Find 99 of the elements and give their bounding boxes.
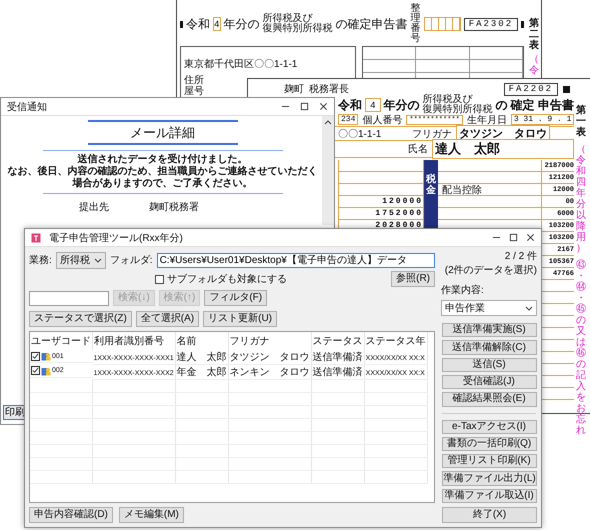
maximize-icon[interactable]	[509, 233, 518, 242]
field-value: 麹町税務署	[149, 200, 199, 214]
table-cell: 年金 太郎	[176, 367, 227, 378]
field-label: フリガナ	[412, 128, 452, 140]
usage-note: （令	[528, 54, 540, 76]
user-icon	[41, 351, 51, 361]
dropdown-caret-icon	[94, 258, 102, 262]
table-cell: 達人 太郎	[176, 352, 227, 363]
reminder-note: ㊸・㊹・㊺の又は㊻の記入をお忘れ	[575, 260, 587, 436]
browse-button[interactable]: 参照(R)	[391, 271, 435, 287]
table-cell: 送信準備済	[312, 352, 363, 363]
field-label: 業務:	[29, 254, 52, 267]
window-title: 電子申告管理ツール(Rxx年分)	[49, 232, 184, 244]
column-header[interactable]: フリガナ	[228, 332, 312, 350]
column-header[interactable]: 利用者識別番号	[92, 332, 176, 350]
action-button[interactable]: 準備ファイル出力(L)	[442, 471, 536, 486]
title-text: 年分の	[384, 96, 420, 114]
column-header[interactable]: ステータス	[311, 332, 364, 350]
close-icon[interactable]	[319, 102, 328, 111]
year-box: 4	[365, 98, 381, 112]
bottom-button[interactable]: メモ編集(M)	[118, 507, 184, 523]
year-box: 4	[212, 17, 221, 31]
field-label: フォルダ:	[110, 254, 153, 267]
count-text: 2 / 2 件	[504, 251, 537, 262]
action-button[interactable]: 送信準備実施(S)	[442, 323, 536, 338]
corner-mark-icon	[521, 20, 524, 28]
folder-field[interactable]: C:¥Users¥User01¥Desktop¥【電子申告の達人】データ	[156, 252, 435, 268]
usage-note: （令和四年分以降用）	[575, 144, 587, 254]
field-label: 屋号	[184, 87, 204, 97]
corner-mark-icon	[180, 20, 183, 28]
action-button[interactable]: 受信確認(J)	[442, 375, 536, 390]
scroll-up-icon[interactable]	[324, 119, 332, 125]
search-field[interactable]	[29, 290, 109, 306]
reference-label: 整理番号	[410, 4, 421, 44]
form-code: FA2302	[464, 18, 518, 30]
app-icon	[31, 232, 41, 242]
name-value: 達人 太郎	[432, 139, 574, 159]
scrollbar[interactable]	[322, 116, 334, 225]
address-text: 〇〇1-1-1	[338, 128, 382, 140]
row-checkbox[interactable]	[31, 352, 40, 360]
field-label: 個人番号	[362, 114, 402, 126]
action-button[interactable]: e-Taxアクセス(I)	[442, 420, 536, 434]
business-dropdown[interactable]: 所得税	[56, 252, 106, 268]
column-header[interactable]: ステータス年	[364, 332, 428, 350]
row-label: 配当控除	[442, 184, 482, 196]
bottom-button[interactable]: 申告内容確認(D)	[29, 507, 113, 523]
column-header[interactable]: ユーザコード	[30, 332, 92, 350]
exit-button[interactable]: 終了(X)	[442, 507, 537, 523]
corner-mark-icon	[563, 86, 570, 92]
amount-value: 2028000	[375, 221, 423, 230]
task-dropdown[interactable]: 申告作業	[441, 300, 537, 316]
action-button[interactable]: 書類の一括印刷(Q)	[442, 436, 536, 452]
toolbar-button[interactable]: 全て選択(A)	[136, 311, 200, 327]
row-checkbox[interactable]	[31, 366, 40, 375]
office-title: 税務署長	[309, 82, 349, 96]
field-label: 氏名	[408, 142, 428, 156]
action-button[interactable]: 確認結果照会(E)	[442, 392, 536, 407]
table-cell: 送信準備済	[312, 367, 363, 378]
era-label: 令和	[338, 96, 362, 114]
user-icon	[41, 366, 51, 376]
table-cell: タツジン タロウ	[230, 352, 310, 363]
digit-boxes-drawing	[424, 17, 461, 31]
subfolder-checkbox[interactable]: サブフォルダも対象にする	[155, 272, 287, 286]
column-header[interactable]: 名前	[175, 332, 228, 350]
dropdown-caret-icon	[525, 306, 533, 311]
tax-name-label: 所得税及び 復興特別所得税	[262, 14, 333, 34]
title-text: 年分の	[224, 16, 260, 32]
toolbar-button[interactable]: フィルタ(F)	[204, 290, 268, 306]
title-text: の	[496, 96, 508, 114]
title-text: 確定 申告書	[510, 96, 574, 114]
birth-date: 3 31 . 9 . 1	[510, 114, 574, 125]
window-title: 受信通知	[7, 100, 48, 114]
count-note: (2件のデータを選択)	[444, 265, 537, 276]
action-button[interactable]: 準備ファイル取込(I)	[442, 488, 536, 503]
toolbar-button[interactable]: ステータスで選択(Z)	[29, 311, 132, 327]
table-cell: ネンキン タロウ	[230, 367, 310, 378]
action-button[interactable]: 送信(S)	[442, 358, 536, 372]
field-label: 生年月日	[466, 114, 507, 126]
sheet-label: 第二表	[528, 18, 540, 51]
field-label: 住所	[184, 76, 204, 86]
sheet-label: 第一表	[575, 105, 587, 138]
close-icon[interactable]	[526, 233, 535, 242]
title-text: の確定申告書	[336, 16, 408, 32]
message-text: 送信されたデータを受け付けました。 なお、後日、内容の確認のため、担当職員からご連絡させていただく 場合がありますので、ご了承ください。	[8, 154, 318, 190]
action-button[interactable]: 管理リスト印刷(K)	[442, 454, 536, 468]
field-label: 提出先	[79, 200, 109, 214]
postal-digits: 234	[338, 114, 358, 125]
address-text: 東京都千代田区〇〇1-1-1	[184, 58, 298, 71]
amount-value: 1752000	[375, 209, 423, 218]
maximize-icon[interactable]	[300, 102, 309, 111]
form-code: FA2202	[504, 82, 558, 96]
field-label: 作業内容:	[441, 284, 484, 297]
tax-name-label: 所得税及び 復興特別所得税	[422, 95, 493, 115]
office-name: 麹町	[284, 82, 304, 96]
toolbar-button[interactable]: リスト更新(U)	[203, 311, 278, 327]
amount-value: 120000	[382, 197, 423, 206]
action-button[interactable]: 送信準備解除(C)	[442, 340, 536, 355]
mail-heading: メール詳細	[130, 124, 195, 141]
era-label: 令和	[186, 16, 210, 32]
